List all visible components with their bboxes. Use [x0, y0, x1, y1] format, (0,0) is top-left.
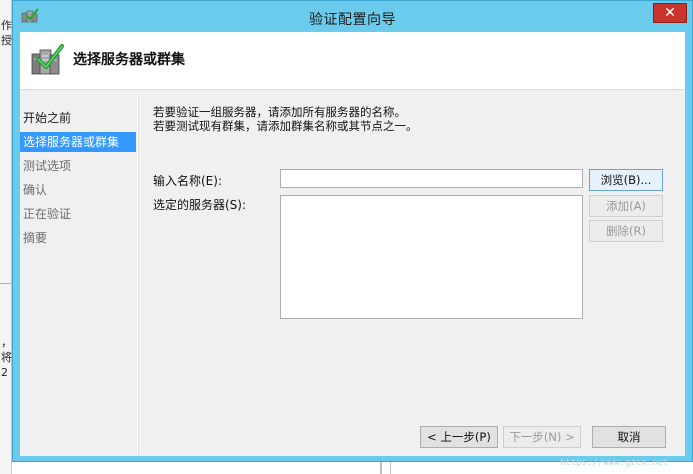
next-button[interactable]: 下一步(N) > [503, 426, 581, 448]
wizard-header: 选择服务器或群集 [20, 32, 685, 90]
close-icon: ✕ [664, 5, 676, 21]
background-divider [0, 283, 12, 284]
nav-step-validating: 正在验证 [23, 207, 72, 221]
previous-button[interactable]: < 上一步(P) [420, 426, 498, 448]
background-text: 授 [1, 34, 12, 47]
title-bar[interactable]: 验证配置向导 ✕ [13, 1, 692, 31]
page-title: 选择服务器或群集 [73, 52, 185, 68]
nav-step-summary: 摘要 [23, 231, 48, 245]
instructions-text: 若要验证一组服务器，请添加所有服务器的名称。 若要测试现有群集，请添加群集名称或… [153, 105, 418, 133]
selected-servers-label: 选定的服务器(S): [153, 198, 247, 212]
wizard-steps-nav: 开始之前 选择服务器或群集 测试选项 确认 正在验证 摘要 [20, 95, 137, 456]
wizard-content: 若要验证一组服务器，请添加所有服务器的名称。 若要测试现有群集，请添加群集名称或… [140, 95, 685, 456]
close-button[interactable]: ✕ [653, 3, 687, 23]
remove-button[interactable]: 删除(R) [589, 220, 663, 242]
background-text: 将 [1, 351, 12, 364]
instructions-line: 若要测试现有群集，请添加群集名称或其节点之一。 [153, 119, 418, 133]
background-divider [380, 462, 382, 474]
server-cluster-check-icon [31, 44, 64, 75]
window-title: 验证配置向导 [309, 12, 396, 28]
instructions-line: 若要验证一组服务器，请添加所有服务器的名称。 [153, 105, 406, 119]
add-button[interactable]: 添加(A) [589, 195, 663, 217]
watermark: https://www.gzcx.net [560, 458, 669, 468]
background-text: 作 [1, 19, 12, 32]
name-label: 输入名称(E): [153, 174, 222, 188]
nav-step-before-you-begin[interactable]: 开始之前 [20, 108, 136, 128]
background-divider [390, 462, 391, 474]
nav-step-confirmation: 确认 [23, 183, 48, 197]
background-text: 2 [1, 366, 8, 379]
browse-button[interactable]: 浏览(B)... [589, 169, 663, 191]
nav-divider [137, 95, 139, 456]
background-text: ， [1, 336, 12, 349]
validate-configuration-wizard: 验证配置向导 ✕ 选择服务器或群集 开始之前 选择服务器或群集 测试选项 确认 … [12, 0, 693, 462]
dialog-client-area: 选择服务器或群集 开始之前 选择服务器或群集 测试选项 确认 正在验证 摘要 若… [20, 32, 685, 456]
nav-step-select-servers[interactable]: 选择服务器或群集 [20, 132, 136, 152]
background-window-edge: 作 授 ， 将 2 [0, 0, 12, 474]
server-name-input[interactable] [280, 169, 583, 188]
nav-step-testing-options: 测试选项 [23, 159, 72, 173]
selected-servers-list[interactable] [280, 195, 583, 319]
cancel-button[interactable]: 取消 [592, 426, 666, 448]
